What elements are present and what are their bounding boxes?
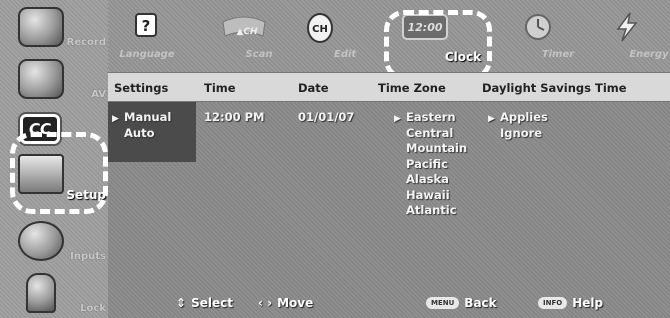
record-icon <box>18 7 64 47</box>
zone-eastern[interactable]: ▶ Eastern <box>394 110 467 126</box>
sidebar-item-label: Inputs <box>70 251 106 262</box>
zone-central[interactable]: Central <box>394 126 467 142</box>
svg-text:CH: CH <box>312 24 328 35</box>
tab-timer[interactable]: Timer <box>498 0 578 72</box>
date-column: 01/01/07 <box>298 110 354 126</box>
menu-key-icon: MENU <box>426 297 460 309</box>
hint-label: Back <box>464 296 497 310</box>
av-icon <box>18 59 64 99</box>
time-value[interactable]: 12:00 PM <box>204 110 264 126</box>
sidebar-item-inputs[interactable]: Inputs <box>0 214 108 268</box>
dst-column: ▶ Applies Ignore <box>488 110 548 141</box>
zone-mountain[interactable]: Mountain <box>394 141 467 157</box>
header-time-zone: Time Zone <box>378 81 446 95</box>
tab-language[interactable]: ? Language <box>112 0 182 72</box>
inputs-icon <box>18 221 64 261</box>
header-dst: Daylight Savings Time <box>482 81 627 95</box>
selected-arrow-icon: ▶ <box>112 114 119 124</box>
hint-label: Move <box>277 296 314 310</box>
updown-arrows-icon: ⇕ <box>176 296 187 310</box>
option-label: Auto <box>124 125 155 140</box>
selected-arrow-icon: ▶ <box>488 114 495 124</box>
tab-label: Energy <box>629 49 669 60</box>
option-manual[interactable]: ▶ Manual <box>108 110 196 126</box>
zone-pacific[interactable]: Pacific <box>394 157 467 173</box>
selected-arrow-icon: ▶ <box>394 114 401 124</box>
clock-highlight-callout <box>384 10 492 80</box>
hint-move: ‹ › Move <box>258 296 313 310</box>
zone-hawaii[interactable]: Hawaii <box>394 188 467 204</box>
settings-column: ▶ Manual Auto <box>108 102 196 162</box>
lock-icon <box>26 273 56 313</box>
hint-back[interactable]: MENU Back <box>426 296 497 310</box>
tab-label: Language <box>119 49 175 60</box>
option-label: Eastern <box>406 110 456 124</box>
sidebar-item-label: AV <box>91 89 106 100</box>
hint-label: Select <box>191 296 233 310</box>
info-key-icon: INFO <box>538 297 568 309</box>
column-header-row: Settings Time Date Time Zone Daylight Sa… <box>108 72 670 102</box>
energy-icon <box>610 12 644 42</box>
header-time: Time <box>204 81 236 95</box>
option-label: Manual <box>124 110 172 124</box>
language-icon: ? <box>130 12 164 42</box>
scan-icon: ▲CH <box>219 12 269 42</box>
zone-alaska[interactable]: Alaska <box>394 172 467 188</box>
header-date: Date <box>298 81 329 95</box>
leftright-arrows-icon: ‹ › <box>258 296 273 310</box>
tab-edit[interactable]: CH Edit <box>284 0 356 72</box>
tab-scan[interactable]: ▲CH Scan <box>204 0 284 72</box>
setup-clock-menu: Record AV CC Setup Inputs Lock ? Languag… <box>0 0 670 318</box>
hint-help[interactable]: INFO Help <box>538 296 603 310</box>
dst-ignore[interactable]: Ignore <box>488 126 548 142</box>
hint-select: ⇕ Select <box>176 296 233 310</box>
zone-atlantic[interactable]: Atlantic <box>394 203 467 219</box>
sidebar-item-lock[interactable]: Lock <box>0 266 108 318</box>
sidebar-item-label: Record <box>66 37 106 48</box>
ch-edit-icon: CH <box>306 12 334 44</box>
svg-text:?: ? <box>142 17 151 35</box>
sidebar-item-label: Lock <box>80 303 106 314</box>
footer-hints: ⇕ Select ‹ › Move MENU Back INFO Help <box>108 288 670 318</box>
time-zone-column: ▶ Eastern Central Mountain Pacific Alaska… <box>394 110 467 219</box>
header-settings: Settings <box>114 81 169 95</box>
tab-energy[interactable]: Energy <box>584 0 670 72</box>
tab-label: Timer <box>541 49 575 60</box>
time-column: 12:00 PM <box>204 110 264 126</box>
tab-label: Edit <box>334 49 357 60</box>
date-value[interactable]: 01/01/07 <box>298 110 354 126</box>
timer-icon <box>521 12 555 42</box>
sidebar-item-record[interactable]: Record <box>0 0 108 54</box>
dst-applies[interactable]: ▶ Applies <box>488 110 548 126</box>
sidebar-item-av[interactable]: AV <box>0 52 108 106</box>
option-auto[interactable]: Auto <box>108 126 196 142</box>
svg-text:▲CH: ▲CH <box>236 27 258 37</box>
hint-label: Help <box>572 296 604 310</box>
sidebar-highlight-callout <box>10 132 108 214</box>
tab-label: Scan <box>245 49 273 60</box>
clock-settings-panel: ▶ Manual Auto 12:00 PM 01/01/07 ▶ Eastern … <box>108 102 670 288</box>
option-label: Applies <box>500 110 548 124</box>
